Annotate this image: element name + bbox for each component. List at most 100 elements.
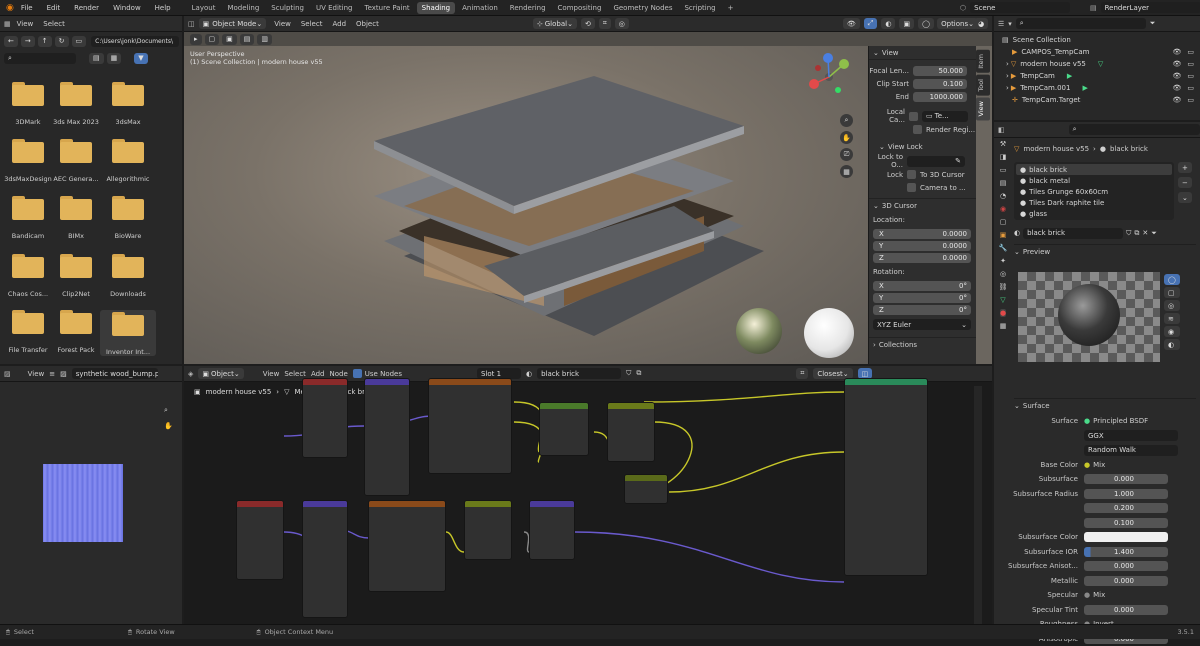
material-browse-icon[interactable]: ◐ bbox=[526, 370, 532, 378]
data-tab-icon[interactable]: ▽ bbox=[1000, 296, 1005, 304]
collections-panel-header[interactable]: ›Collections bbox=[869, 337, 976, 351]
tab-animation[interactable]: Animation bbox=[457, 2, 503, 14]
eye-icon[interactable]: 👁 bbox=[1172, 84, 1181, 92]
tab-geometry-nodes[interactable]: Geometry Nodes bbox=[608, 2, 677, 14]
metallic-field[interactable]: 0.000 bbox=[1084, 576, 1168, 586]
menu-add[interactable]: Add bbox=[311, 370, 325, 378]
material-slot-item[interactable]: ●black brick bbox=[1016, 164, 1172, 175]
tool-tab-icon[interactable]: ⚒ bbox=[1000, 140, 1006, 148]
camera-render-icon[interactable]: ▭ bbox=[1187, 48, 1194, 56]
navigation-gizmo[interactable] bbox=[804, 52, 854, 102]
node-scrollbar[interactable] bbox=[974, 386, 982, 624]
tab-texture-paint[interactable]: Texture Paint bbox=[360, 2, 415, 14]
filter-icon[interactable]: ▼ bbox=[134, 53, 147, 64]
fake-user-icon[interactable]: ⛉ bbox=[626, 369, 631, 378]
constraints-tab-icon[interactable]: ⛓ bbox=[999, 283, 1008, 291]
tab-modeling[interactable]: Modeling bbox=[222, 2, 264, 14]
render-tab-icon[interactable]: ◨ bbox=[1000, 153, 1007, 161]
preview-sky-icon[interactable]: ◐ bbox=[1164, 339, 1180, 350]
cursor-z-field[interactable]: Z0.0000 bbox=[873, 253, 971, 263]
outliner-item[interactable]: ›▶TempCam.001▶👁▭ bbox=[1002, 82, 1200, 94]
preview-panel-header[interactable]: ⌄Preview bbox=[1014, 244, 1196, 258]
display-mode-icon[interactable]: ▾ bbox=[1008, 20, 1012, 28]
material-slot-item[interactable]: ●Tiles Dark raphite tile bbox=[1016, 197, 1172, 208]
editor-type-icon[interactable]: ☰ bbox=[998, 20, 1004, 28]
3d-viewport[interactable]: ◫ ▣Object Mode ⌄ View Select Add Object … bbox=[184, 16, 992, 364]
editor-type-icon[interactable]: ▨ bbox=[4, 370, 11, 378]
clip-start-field[interactable]: 0.100 bbox=[913, 79, 967, 89]
refresh-icon[interactable]: ↻ bbox=[55, 36, 69, 47]
object-type-select[interactable]: ▣Object ⌄ bbox=[198, 368, 243, 379]
scene-field[interactable]: Scene bbox=[970, 2, 1070, 13]
hamburger-icon[interactable]: ≡ bbox=[49, 370, 55, 378]
subsurface-radius-z-field[interactable]: 0.100 bbox=[1084, 518, 1168, 528]
tab-sculpting[interactable]: Sculpting bbox=[266, 2, 309, 14]
collection-tab-icon[interactable]: ▢ bbox=[1000, 218, 1007, 226]
file-search-input[interactable]: ⌕ bbox=[4, 53, 76, 64]
scene-tab-icon[interactable]: ◔ bbox=[1000, 192, 1006, 200]
zoom-icon[interactable]: ⌕ bbox=[164, 406, 168, 415]
folder-item[interactable]: BIMx bbox=[48, 196, 104, 240]
preview-sphere-icon[interactable]: ◯ bbox=[1164, 274, 1180, 285]
image-name-field[interactable]: synthetic wood_bump.p bbox=[72, 368, 158, 379]
clip-end-field[interactable]: 1000.000 bbox=[913, 92, 967, 102]
menu-select[interactable]: Select bbox=[301, 20, 323, 28]
display-mode-icon[interactable]: ▤ bbox=[89, 53, 104, 64]
menu-file[interactable]: File bbox=[21, 4, 33, 12]
snap-element-icon[interactable]: ⌗ bbox=[796, 368, 808, 379]
mode-selector[interactable]: ▣Object Mode ⌄ bbox=[199, 18, 267, 29]
snap-icon[interactable]: ⌗ bbox=[599, 18, 611, 29]
expand-icon[interactable]: › bbox=[1006, 60, 1009, 68]
tab-rendering[interactable]: Rendering bbox=[505, 2, 551, 14]
folder-item[interactable]: AEC Genera... bbox=[48, 139, 104, 183]
folder-item[interactable]: Forest Pack bbox=[48, 310, 104, 354]
blender-logo-icon[interactable]: ◉ bbox=[6, 3, 14, 13]
new-folder-icon[interactable]: ▭ bbox=[72, 36, 87, 47]
surface-panel-header[interactable]: ⌄Surface bbox=[1014, 398, 1196, 412]
subsurface-method-select[interactable]: Random Walk bbox=[1084, 445, 1178, 456]
image-texture-node[interactable] bbox=[428, 378, 512, 474]
editor-type-icon[interactable]: ◈ bbox=[188, 370, 193, 378]
image-browse-icon[interactable]: ▨ bbox=[60, 370, 67, 378]
eye-icon[interactable]: 👁 bbox=[1172, 96, 1181, 104]
select-circle-icon[interactable]: ▣ bbox=[222, 34, 237, 45]
filter-icon[interactable]: ⏷ bbox=[1150, 19, 1156, 28]
tab-tool[interactable]: Tool bbox=[976, 75, 990, 96]
menu-view[interactable]: View bbox=[263, 370, 280, 378]
folder-item-selected[interactable]: Inventor Int... bbox=[100, 310, 156, 356]
render-region-checkbox[interactable] bbox=[913, 125, 922, 134]
preview-shaderball-icon[interactable]: ◉ bbox=[1164, 326, 1180, 337]
texture-coordinate-node[interactable] bbox=[302, 378, 348, 458]
subsurface-ior-field[interactable]: 1.400 bbox=[1084, 547, 1168, 557]
outliner-item[interactable]: ›▶TempCam▶👁▭ bbox=[1002, 70, 1200, 82]
gizmo-icon[interactable]: ⤢ bbox=[864, 18, 878, 29]
menu-select[interactable]: Select bbox=[43, 20, 65, 28]
camera-render-icon[interactable]: ▭ bbox=[1187, 72, 1194, 80]
mapping-node-2[interactable] bbox=[302, 500, 348, 618]
rotation-mode-select[interactable]: XYZ Euler⌄ bbox=[873, 319, 971, 330]
slot-menu-icon[interactable]: ⌄ bbox=[1178, 192, 1192, 203]
tab-shading[interactable]: Shading bbox=[417, 2, 455, 14]
tab-view[interactable]: View bbox=[976, 97, 990, 120]
pan-hand-icon[interactable]: ✋ bbox=[840, 131, 853, 144]
preview-cube-icon[interactable]: ▢ bbox=[1164, 287, 1180, 298]
tab-uv-editing[interactable]: UV Editing bbox=[311, 2, 358, 14]
material-slot-item[interactable]: ●Tiles Grunge 60x60cm bbox=[1016, 186, 1172, 197]
lock-object-field[interactable]: ✎ bbox=[907, 156, 965, 167]
particles-tab-icon[interactable]: ✦ bbox=[1000, 257, 1006, 265]
remove-slot-icon[interactable]: − bbox=[1178, 177, 1192, 188]
eye-icon[interactable]: 👁 bbox=[1172, 72, 1181, 80]
select-box-icon[interactable]: ▢ bbox=[205, 34, 220, 45]
path-field[interactable]: C:\Users\jonk\Documents\ bbox=[91, 36, 179, 47]
tab-layout[interactable]: Layout bbox=[187, 2, 221, 14]
outliner-scene-collection[interactable]: ▤Scene Collection bbox=[1002, 34, 1200, 46]
select-lasso-icon[interactable]: ▤ bbox=[240, 34, 255, 45]
folder-item[interactable]: BioWare bbox=[100, 196, 156, 240]
view-layer-field[interactable]: RenderLayer bbox=[1101, 2, 1200, 13]
preview-monkey-icon[interactable]: ◎ bbox=[1164, 300, 1180, 311]
subsurface-field[interactable]: 0.000 bbox=[1084, 474, 1168, 484]
eye-icon[interactable]: 👁 bbox=[1172, 48, 1181, 56]
visibility-icon[interactable]: 👁 bbox=[843, 18, 860, 29]
normal-map-image[interactable] bbox=[43, 464, 123, 542]
eye-icon[interactable]: 👁 bbox=[1172, 60, 1181, 68]
